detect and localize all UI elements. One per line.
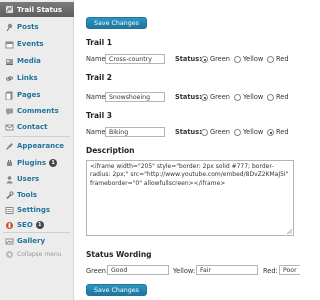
media-icon: [4, 56, 14, 66]
menu-item-trail-status[interactable]: Trail Status: [0, 2, 74, 17]
green-wording-input[interactable]: Good: [107, 265, 169, 275]
menu-separator: [3, 136, 70, 137]
settings-form: Save Changes Trail 1 Name: Cross-country…: [74, 0, 300, 300]
trail-3-yellow-label: Yellow: [243, 128, 264, 136]
trail-3-green-label: Green: [210, 128, 230, 136]
menu-item-posts[interactable]: Posts: [0, 20, 74, 34]
trail-3-name-input[interactable]: Biking: [105, 127, 165, 137]
menu-item-label: Pages: [17, 91, 41, 99]
admin-sidebar: Trail Status Posts Events Media Links Pa…: [0, 0, 74, 300]
menu-item-contact[interactable]: Contact: [0, 120, 74, 134]
menu-item-label: Media: [17, 57, 41, 65]
trail-2-red-radio[interactable]: [267, 94, 274, 101]
resize-grip-icon[interactable]: [287, 229, 292, 234]
trail-1-status-label: Status:: [175, 55, 202, 63]
gallery-icon: [4, 236, 14, 246]
contact-icon: [4, 122, 14, 132]
menu-item-label: Trail Status: [17, 5, 63, 14]
trail-2-green-label: Green: [210, 93, 230, 101]
menu-item-label: Gallery: [17, 237, 46, 245]
trail-1-yellow-radio[interactable]: [234, 56, 241, 63]
menu-item-label: Contact: [17, 123, 48, 131]
collapse-menu-button[interactable]: Collapse menu: [0, 247, 74, 261]
collapse-menu-label: Collapse menu: [17, 250, 62, 258]
description-textarea[interactable]: <iframe width="205" style="border: 2px s…: [86, 160, 294, 236]
trail-3-yellow-radio[interactable]: [234, 129, 241, 136]
trail-2-name-input[interactable]: Snowshoeing: [105, 92, 165, 102]
collapse-arrow-icon: [4, 249, 14, 259]
seo-icon: [4, 220, 14, 230]
trail-2-green-radio[interactable]: [201, 94, 208, 101]
trail-1-green-radio[interactable]: [201, 56, 208, 63]
pages-icon: [4, 90, 14, 100]
trail-3-green-radio[interactable]: [201, 129, 208, 136]
links-icon: [4, 73, 14, 83]
menu-item-label: Posts: [17, 23, 39, 31]
trail-3-red-label: Red: [276, 128, 289, 136]
trail-1-name-input[interactable]: Cross-country: [105, 54, 165, 64]
menu-item-links[interactable]: Links: [0, 71, 74, 85]
menu-item-label: Events: [17, 40, 44, 48]
tools-icon: [4, 190, 14, 200]
yellow-wording-label: Yellow:: [173, 267, 196, 275]
menu-item-label: Links: [17, 74, 38, 82]
red-wording-input[interactable]: Poor: [279, 265, 300, 275]
trail-3-title: Trail 3: [86, 111, 113, 120]
trail-2-status-label: Status:: [175, 93, 202, 101]
red-wording-label: Red:: [263, 267, 278, 275]
menu-item-gallery[interactable]: Gallery: [0, 234, 74, 248]
yellow-wording-input[interactable]: Fair: [196, 265, 258, 275]
events-icon: [4, 39, 14, 49]
comments-icon: [4, 106, 14, 116]
menu-item-settings[interactable]: Settings: [0, 203, 74, 217]
menu-item-tools[interactable]: Tools: [0, 188, 74, 202]
trail-2-yellow-label: Yellow: [243, 93, 264, 101]
menu-item-label: Comments: [17, 107, 59, 115]
trail-1-title: Trail 1: [86, 38, 113, 47]
menu-separator: [3, 232, 70, 233]
settings-icon: [4, 205, 14, 215]
plugins-icon: [4, 158, 14, 168]
menu-item-label: Settings: [17, 206, 51, 214]
menu-item-events[interactable]: Events: [0, 37, 74, 51]
plugins-update-badge: 1: [49, 159, 58, 167]
menu-item-users[interactable]: Users: [0, 172, 74, 186]
users-icon: [4, 174, 14, 184]
menu-item-label: Users: [17, 175, 40, 183]
menu-item-label: Tools: [17, 191, 38, 199]
save-changes-button-top[interactable]: Save Changes: [86, 17, 147, 29]
trail-1-green-label: Green: [210, 55, 230, 63]
menu-item-pages[interactable]: Pages: [0, 88, 74, 102]
save-changes-button-bottom[interactable]: Save Changes: [86, 284, 147, 296]
trail-2-title: Trail 2: [86, 73, 113, 82]
trail-3-status-label: Status:: [175, 128, 202, 136]
trail-2-red-label: Red: [276, 93, 289, 101]
green-wording-label: Green:: [86, 267, 109, 275]
appearance-icon: [4, 141, 14, 151]
trail-1-yellow-label: Yellow: [243, 55, 264, 63]
seo-badge: 1: [35, 221, 44, 229]
trail-icon: [4, 5, 14, 15]
trail-1-red-label: Red: [276, 55, 289, 63]
menu-item-seo[interactable]: SEO 1: [0, 218, 74, 232]
trail-3-red-radio[interactable]: [267, 129, 274, 136]
menu-item-comments[interactable]: Comments: [0, 104, 74, 118]
menu-item-label: SEO: [17, 221, 33, 229]
trail-1-red-radio[interactable]: [267, 56, 274, 63]
pin-icon: [4, 22, 14, 32]
menu-item-appearance[interactable]: Appearance: [0, 139, 74, 153]
menu-item-label: Plugins: [17, 159, 47, 167]
trail-2-yellow-radio[interactable]: [234, 94, 241, 101]
menu-item-plugins[interactable]: Plugins 1: [0, 156, 74, 170]
description-title: Description: [86, 146, 135, 155]
menu-item-label: Appearance: [17, 142, 64, 150]
menu-item-media[interactable]: Media: [0, 54, 74, 68]
status-wording-title: Status Wording: [86, 250, 152, 259]
